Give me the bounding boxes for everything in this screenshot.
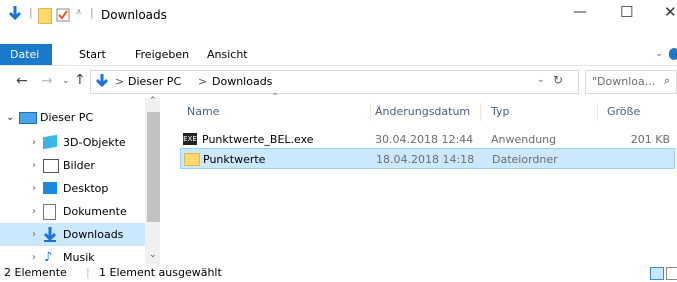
nav-label: Dokumente	[63, 205, 127, 218]
chevron-down-icon[interactable]: ⌄	[6, 106, 14, 129]
documents-icon	[43, 204, 56, 220]
nav-item-dieser-pc[interactable]: ⌄ Dieser PC	[0, 106, 145, 129]
tab-start[interactable]: Start	[79, 44, 106, 66]
chevron-right-icon[interactable]: ›	[32, 223, 36, 246]
file-list: ⌃	[160, 92, 677, 264]
close-button[interactable]: ✕	[664, 3, 677, 21]
divider	[0, 65, 677, 66]
separator: |	[86, 266, 90, 279]
nav-label: Downloads	[63, 228, 124, 241]
scrollbar-thumb[interactable]	[147, 112, 160, 222]
tab-freigeben[interactable]: Freigeben	[135, 44, 189, 66]
selection-info: 1 Element ausgewählt	[99, 266, 222, 279]
back-arrow-icon[interactable]: ←	[16, 73, 28, 89]
file-date: 30.04.2018 12:44	[375, 133, 474, 146]
up-arrow-icon[interactable]: ↑	[74, 72, 86, 88]
column-divider[interactable]	[597, 103, 598, 121]
address-dropdown-icon[interactable]: ⌄	[537, 75, 545, 85]
chevron-right-icon[interactable]: ›	[32, 131, 36, 154]
nav-label: Dieser PC	[40, 111, 94, 124]
search-icon[interactable]: ⌕	[664, 74, 670, 88]
column-divider[interactable]	[480, 103, 481, 121]
recent-locations-icon[interactable]: ⌄	[62, 76, 70, 86]
column-header-date[interactable]: Änderungsdatum	[375, 105, 470, 118]
exe-icon: EXE	[183, 133, 197, 145]
customize-dropdown-icon[interactable]: ⩡	[76, 7, 82, 18]
maximize-button[interactable]: ☐	[620, 3, 633, 21]
pictures-icon	[43, 159, 59, 173]
chevron-right-icon[interactable]: ›	[32, 177, 36, 200]
title-bar: | ⩡ | Downloads — ☐ ✕	[0, 0, 677, 30]
new-folder-icon[interactable]	[38, 8, 52, 24]
column-divider[interactable]	[370, 103, 371, 121]
status-bar: 2 Elemente | 1 Element ausgewählt	[0, 264, 677, 282]
tab-datei-label: Datei	[10, 48, 40, 61]
nav-label: 3D-Objekte	[63, 136, 126, 149]
scroll-up-icon[interactable]: ⌃	[149, 96, 157, 106]
nav-item-bilder[interactable]: › Bilder	[0, 154, 145, 177]
column-header-size[interactable]: Größe	[607, 105, 640, 118]
chevron-right-icon[interactable]: ›	[32, 200, 36, 223]
refresh-icon[interactable]: ↻	[553, 73, 563, 87]
breadcrumb-separator: >	[198, 75, 208, 88]
properties-check-icon[interactable]	[56, 8, 70, 22]
file-name: Punktwerte_BEL.exe	[202, 133, 314, 146]
file-type: Dateiordner	[492, 153, 558, 166]
table-row[interactable]: Punktwerte 18.04.2018 14:18 Dateiordner	[180, 148, 675, 169]
nav-item-3d-objekte[interactable]: › 3D-Objekte	[0, 131, 145, 154]
navigation-pane: ⌄ Dieser PC › 3D-Objekte › Bilder › Desk…	[0, 98, 145, 265]
quick-access-download-icon[interactable]	[8, 6, 22, 24]
downloads-location-icon	[96, 74, 108, 88]
large-icons-view-icon[interactable]	[666, 267, 677, 280]
tab-ansicht[interactable]: Ansicht	[207, 44, 248, 66]
item-count: 2 Elemente	[4, 266, 67, 279]
nav-item-dokumente[interactable]: › Dokumente	[0, 200, 145, 223]
column-header-type[interactable]: Typ	[491, 105, 510, 118]
scroll-down-icon[interactable]: ⌄	[149, 250, 157, 260]
chevron-right-icon[interactable]: ›	[32, 154, 36, 177]
column-header-name[interactable]: Name	[187, 105, 219, 118]
search-input[interactable]: "Downloa...	[592, 75, 655, 88]
breadcrumb-separator: >	[115, 75, 125, 88]
file-name: Punktwerte	[203, 153, 266, 166]
help-icon[interactable]	[669, 48, 677, 60]
ribbon-expand-icon[interactable]: ⌄	[655, 48, 663, 59]
forward-arrow-icon[interactable]: →	[41, 73, 53, 89]
folder-icon	[184, 153, 200, 166]
separator: |	[90, 6, 94, 19]
sort-indicator-icon: ⌃	[271, 92, 280, 103]
downloads-icon	[43, 227, 57, 242]
nav-label: Desktop	[63, 182, 109, 195]
file-date: 18.04.2018 14:18	[376, 153, 475, 166]
breadcrumb-downloads[interactable]: Downloads	[212, 75, 272, 88]
file-type: Anwendung	[491, 133, 557, 146]
separator: |	[29, 6, 33, 19]
nav-item-downloads[interactable]: › Downloads	[0, 223, 145, 246]
table-row[interactable]: EXE Punktwerte_BEL.exe 30.04.2018 12:44 …	[180, 129, 675, 150]
minimize-button[interactable]: —	[573, 4, 587, 20]
breadcrumb-dieser-pc[interactable]: Dieser PC	[128, 75, 181, 88]
nav-item-desktop[interactable]: › Desktop	[0, 177, 145, 200]
details-view-icon[interactable]	[650, 267, 664, 280]
nav-label: Bilder	[63, 159, 95, 172]
search-box[interactable]: "Downloa... ⌕	[585, 70, 677, 94]
cube-icon	[43, 134, 57, 150]
address-bar[interactable]: > Dieser PC > Downloads ⌄ ↻	[90, 70, 579, 94]
window-title: Downloads	[101, 8, 167, 22]
desktop-icon	[43, 182, 57, 194]
pc-icon	[19, 112, 37, 124]
tab-datei[interactable]: Datei	[0, 44, 52, 65]
file-size: 201 KB	[630, 133, 670, 146]
